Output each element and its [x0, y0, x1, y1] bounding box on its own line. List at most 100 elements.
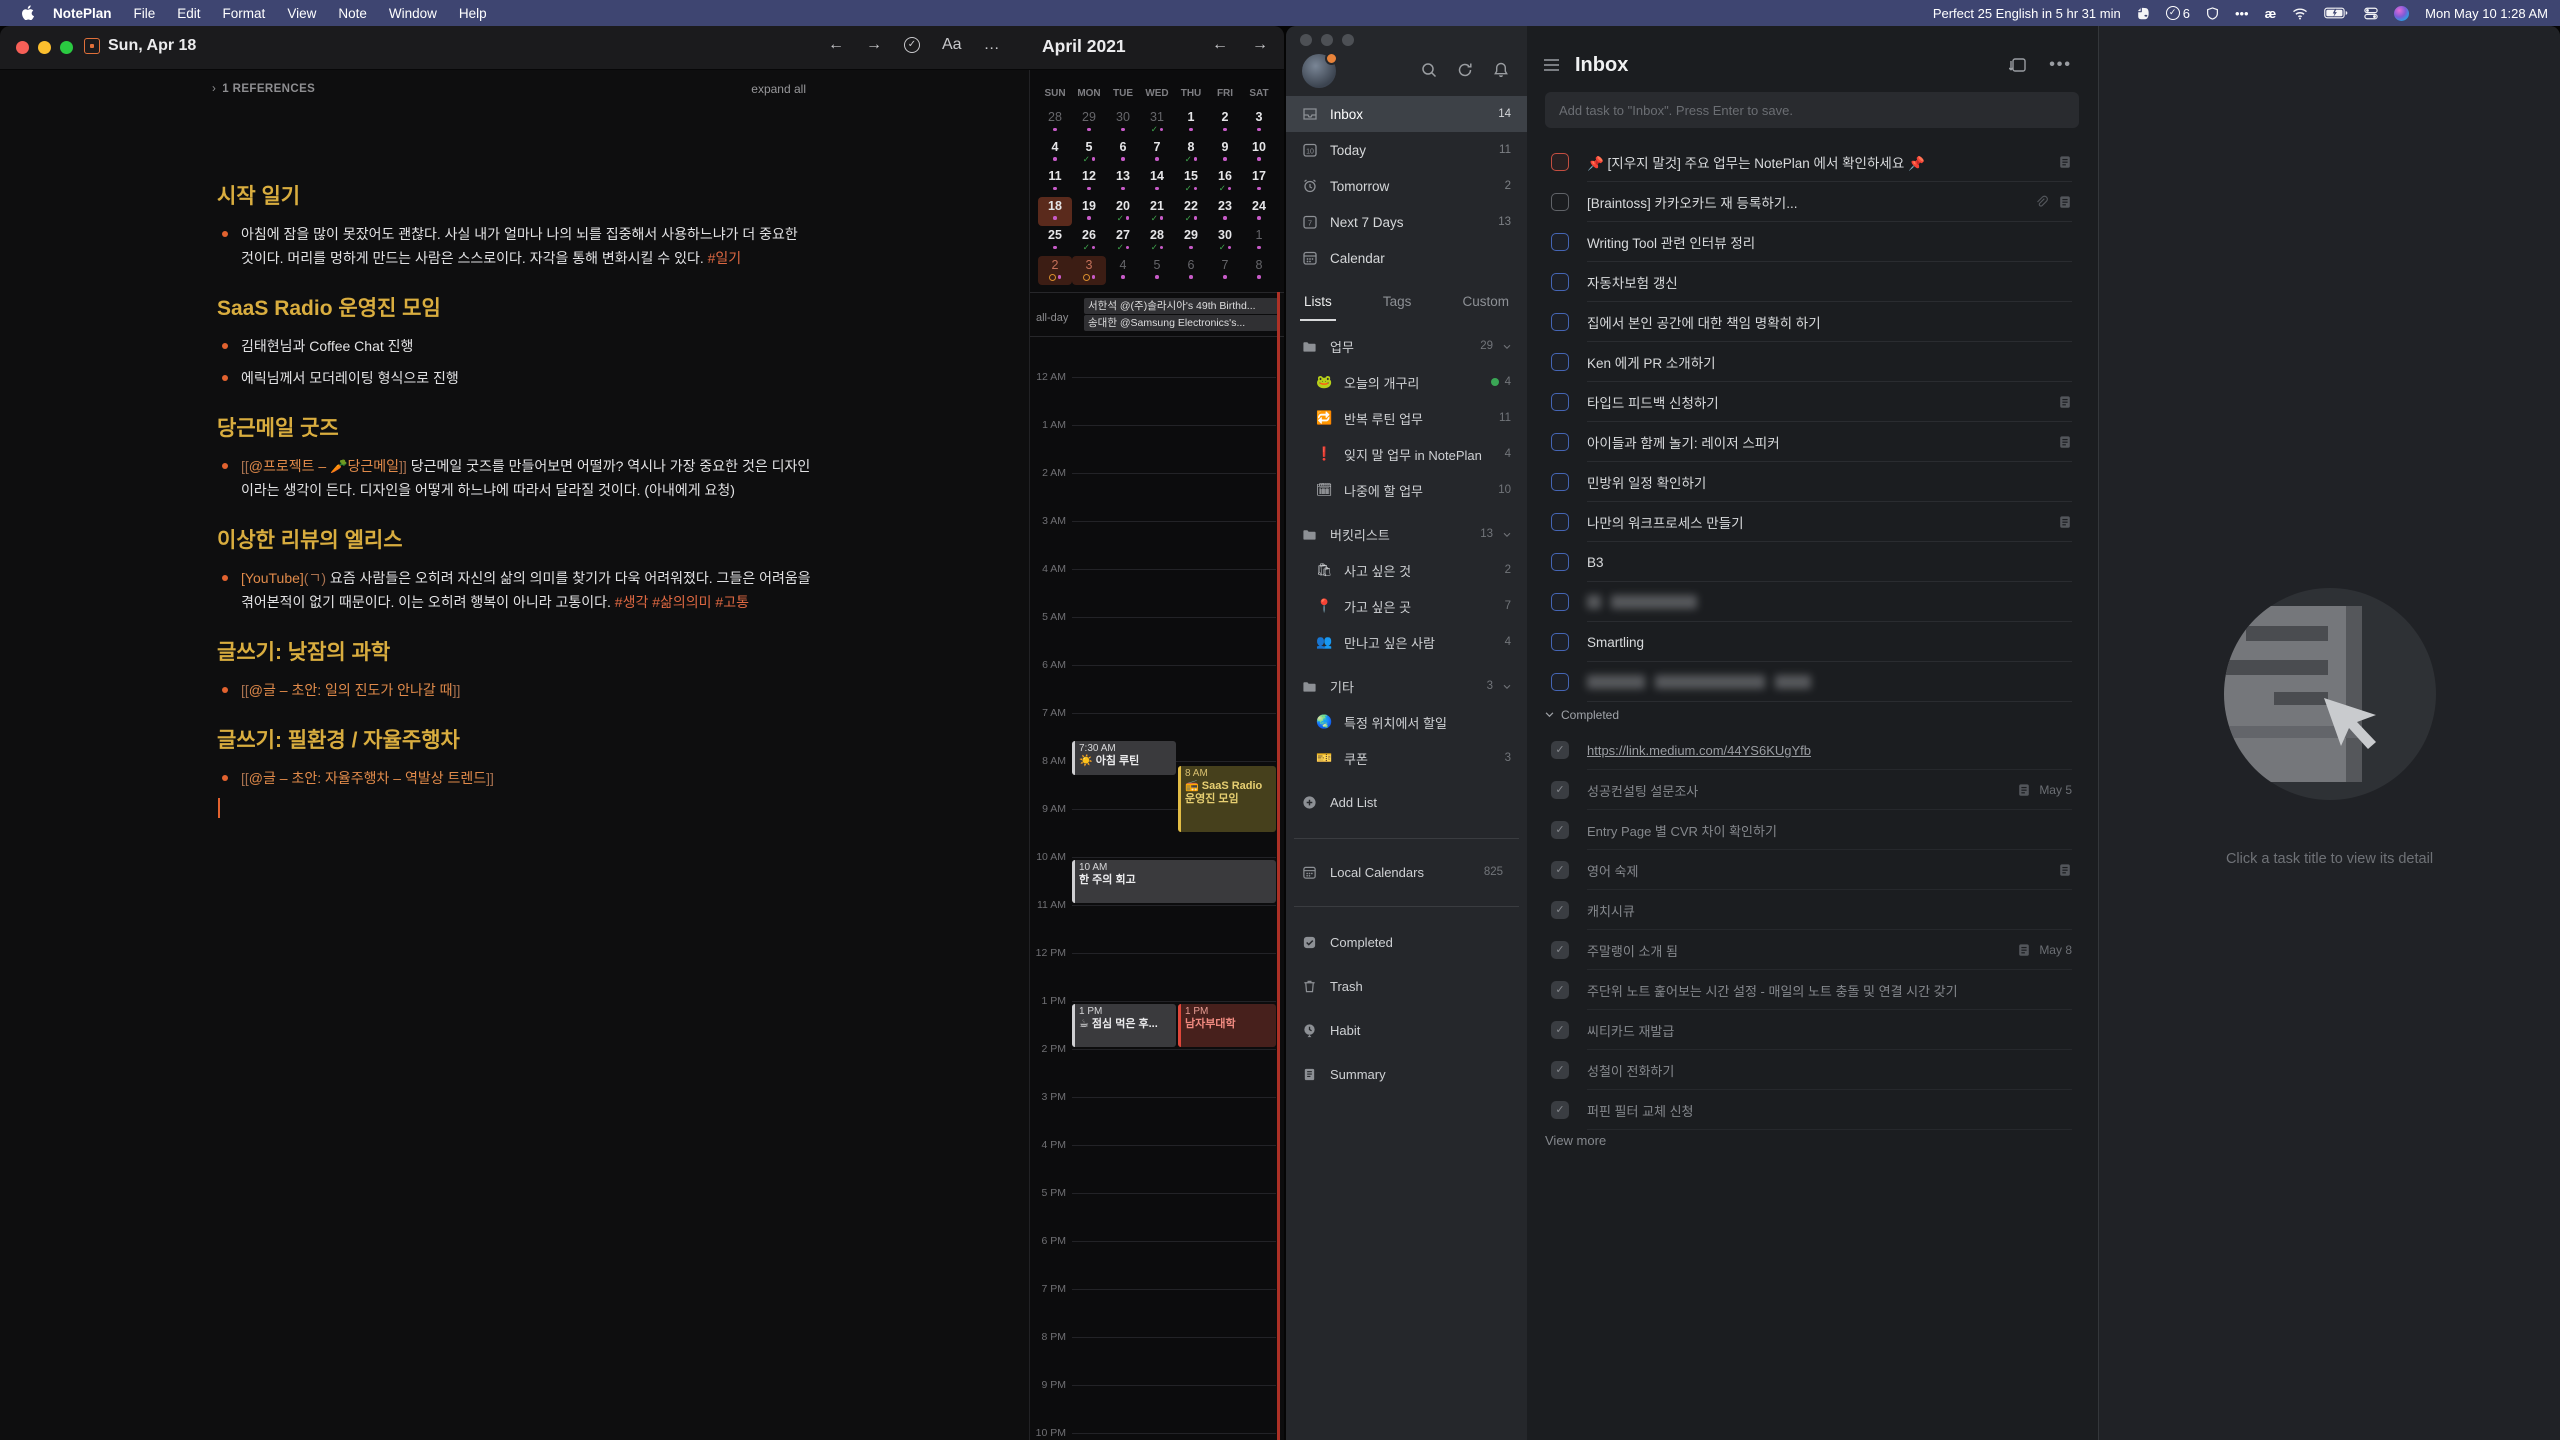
- close-button[interactable]: [1300, 34, 1312, 46]
- list-item-잊지-말-업무-in-noteplan[interactable]: ❗ 잊지 말 업무 in NotePlan 4: [1286, 436, 1527, 472]
- completed-task-row[interactable]: ✓ 성철이 전화하기: [1527, 1050, 2098, 1090]
- menu-clock[interactable]: Mon May 10 1:28 AM: [2425, 6, 2548, 21]
- shield-icon[interactable]: [2206, 6, 2219, 21]
- menu-view[interactable]: View: [276, 6, 327, 21]
- task-row[interactable]: 집에서 본인 공간에 대한 책임 명확히 하기: [1527, 302, 2098, 342]
- list-item-만나고-싶은-사람[interactable]: 👥 만나고 싶은 사람 4: [1286, 624, 1527, 660]
- completed-task-row[interactable]: ✓ 캐치시큐: [1527, 890, 2098, 930]
- sidebar-item-next-7-days[interactable]: 7 Next 7 Days 13: [1286, 204, 1527, 240]
- list-item-나중에-할-업무[interactable]: 🗓 나중에 할 업무 10: [1286, 472, 1527, 508]
- list-item-쿠폰[interactable]: 🎫 쿠폰 3: [1286, 740, 1527, 776]
- completed-checkbox[interactable]: ✓: [1551, 1101, 1569, 1119]
- close-button[interactable]: [16, 41, 29, 54]
- menu-format[interactable]: Format: [212, 6, 277, 21]
- task-checkbox[interactable]: [1551, 313, 1569, 331]
- completed-checkbox[interactable]: ✓: [1551, 781, 1569, 799]
- sidebar-item-calendar[interactable]: Calendar: [1286, 240, 1527, 276]
- list-item-오늘의-개구리[interactable]: 🐸 오늘의 개구리 4: [1286, 364, 1527, 400]
- task-checkbox[interactable]: [1551, 513, 1569, 531]
- more-options-icon[interactable]: •••: [2049, 56, 2072, 74]
- list-item-반복-루틴-업무[interactable]: 🔁 반복 루틴 업무 11: [1286, 400, 1527, 436]
- completed-checkbox[interactable]: ✓: [1551, 861, 1569, 879]
- wifi-icon[interactable]: [2292, 7, 2308, 20]
- menu-noteplan[interactable]: NotePlan: [42, 6, 123, 21]
- completed-checkbox[interactable]: ✓: [1551, 821, 1569, 839]
- task-checkbox[interactable]: [1551, 433, 1569, 451]
- task-checkbox[interactable]: [1551, 353, 1569, 371]
- search-icon[interactable]: [1421, 62, 1437, 78]
- task-row[interactable]: [Braintoss] 카카오카드 재 등록하기...: [1527, 182, 2098, 222]
- completed-task-row[interactable]: ✓ Entry Page 별 CVR 차이 확인하기: [1527, 810, 2098, 850]
- menu-window[interactable]: Window: [378, 6, 448, 21]
- note-link[interactable]: [YouTube]: [241, 570, 304, 586]
- completed-section-toggle[interactable]: Completed: [1545, 708, 1619, 722]
- ae-app-icon[interactable]: æ: [2265, 6, 2277, 21]
- prev-month-icon[interactable]: ←: [1212, 36, 1228, 54]
- tab-custom[interactable]: Custom: [1458, 288, 1513, 321]
- zoom-button[interactable]: [1342, 34, 1354, 46]
- menu-help[interactable]: Help: [448, 6, 498, 21]
- completed-task-row[interactable]: ✓ 성공컨설팅 설문조사 May 5: [1527, 770, 2098, 810]
- format-icon[interactable]: Aa: [942, 36, 962, 54]
- task-row[interactable]: B3: [1527, 542, 2098, 582]
- task-checkbox[interactable]: [1551, 673, 1569, 691]
- sidebar-item-today[interactable]: 10 Today 11: [1286, 132, 1527, 168]
- task-checkbox[interactable]: [1551, 393, 1569, 411]
- sidebar-item-tomorrow[interactable]: Tomorrow 2: [1286, 168, 1527, 204]
- calendar-event[interactable]: 1 PM ☕ 점심 먹은 후...: [1072, 1004, 1176, 1047]
- note-tag[interactable]: #일기: [708, 250, 742, 266]
- completed-checkbox[interactable]: ✓: [1551, 941, 1569, 959]
- minimize-button[interactable]: [38, 41, 51, 54]
- task-row[interactable]: 민방위 일정 확인하기: [1527, 462, 2098, 502]
- zoom-button[interactable]: [60, 41, 73, 54]
- task-checkbox[interactable]: [1551, 553, 1569, 571]
- tab-lists[interactable]: Lists: [1300, 288, 1336, 321]
- view-more-link[interactable]: View more: [1545, 1133, 1606, 1148]
- sort-icon[interactable]: [2009, 57, 2027, 73]
- sidebar-item-trash[interactable]: Trash: [1286, 968, 1527, 1004]
- more-options-icon[interactable]: …: [984, 36, 1000, 54]
- task-checkbox[interactable]: [1551, 633, 1569, 651]
- note-link[interactable]: @글 – 초안: 자율주행차 – 역발상 트렌드: [249, 770, 486, 786]
- completed-task-row[interactable]: ✓ https://link.medium.com/44YS6KUgYfb: [1527, 730, 2098, 770]
- task-checkbox[interactable]: [1551, 473, 1569, 491]
- sync-icon[interactable]: [1457, 62, 1473, 78]
- list-group-버킷리스트[interactable]: 버킷리스트 13: [1286, 516, 1527, 552]
- list-item-가고-싶은-곳[interactable]: 📍 가고 싶은 곳 7: [1286, 588, 1527, 624]
- minimize-button[interactable]: [1321, 34, 1333, 46]
- tab-tags[interactable]: Tags: [1379, 288, 1416, 321]
- calendar-event[interactable]: 7:30 AM ☀️ 아침 루틴: [1072, 741, 1176, 775]
- note-link[interactable]: @글 – 초안: 일의 진도가 안나갈 때: [249, 682, 453, 698]
- tasks-filter-icon[interactable]: ✓: [904, 37, 920, 53]
- sidebar-item-local-calendars[interactable]: Local Calendars 825: [1286, 854, 1527, 890]
- color-app-icon[interactable]: [2394, 5, 2410, 21]
- completed-task-row[interactable]: ✓ 퍼핀 필터 교체 신청: [1527, 1090, 2098, 1130]
- task-checkbox[interactable]: [1551, 233, 1569, 251]
- add-task-input[interactable]: [1545, 92, 2079, 128]
- add-list-button[interactable]: Add List: [1286, 784, 1527, 820]
- completed-checkbox[interactable]: ✓: [1551, 981, 1569, 999]
- task-row[interactable]: 아이들과 함께 놀기: 레이저 스피커: [1527, 422, 2098, 462]
- sidebar-item-inbox[interactable]: Inbox 14: [1286, 96, 1527, 132]
- next-month-icon[interactable]: →: [1252, 36, 1268, 54]
- task-checkbox[interactable]: [1551, 273, 1569, 291]
- completed-task-row[interactable]: ✓ 주단위 노트 훑어보는 시간 설정 - 매일의 노트 충돌 및 연결 시간 갖…: [1527, 970, 2098, 1010]
- calendar-event[interactable]: 1 PM 남자부대학: [1178, 1004, 1276, 1047]
- task-row[interactable]: 나만의 워크프로세스 만들기: [1527, 502, 2098, 542]
- control-center-icon[interactable]: [2364, 7, 2378, 20]
- completed-checkbox[interactable]: ✓: [1551, 1061, 1569, 1079]
- ticktick-menubar-icon[interactable]: ✓ 6: [2165, 6, 2190, 21]
- evernote-icon[interactable]: [2137, 6, 2150, 21]
- task-checkbox[interactable]: [1551, 153, 1569, 171]
- note-tag[interactable]: #생각 #삶의의미 #고통: [615, 594, 749, 610]
- references-toggle[interactable]: › 1 REFERENCES: [212, 83, 315, 95]
- calendar-event[interactable]: 8 AM 📻 SaaS Radio 운영진 모임: [1178, 766, 1276, 832]
- completed-checkbox[interactable]: ✓: [1551, 1021, 1569, 1039]
- completed-task-row[interactable]: ✓ 주말랭이 소개 됨 May 8: [1527, 930, 2098, 970]
- list-group-업무[interactable]: 업무 29: [1286, 328, 1527, 364]
- hamburger-icon[interactable]: [1543, 58, 1560, 72]
- menu-note[interactable]: Note: [327, 6, 378, 21]
- list-group-기타[interactable]: 기타 3: [1286, 668, 1527, 704]
- calendar-event[interactable]: 10 AM 한 주의 회고: [1072, 860, 1276, 903]
- back-icon[interactable]: ←: [828, 36, 844, 54]
